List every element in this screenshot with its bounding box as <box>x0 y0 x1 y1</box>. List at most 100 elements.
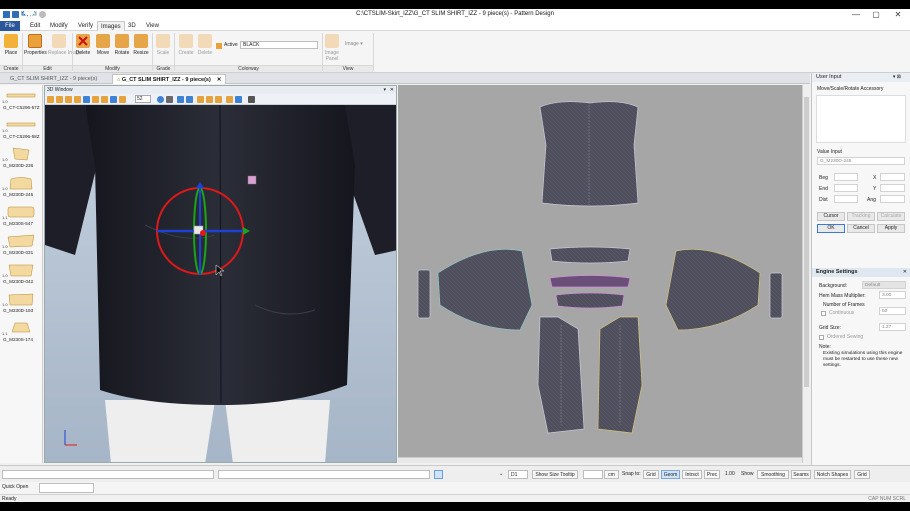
tab-modify[interactable]: Modify <box>47 21 71 31</box>
place-button[interactable]: Place <box>0 34 22 62</box>
image-panel-button[interactable]: Image Panel <box>322 34 342 62</box>
document-tab[interactable]: G_CT SLIM SHIRT_IZZ - 9 piece(s) <box>6 74 101 84</box>
tool-icon[interactable] <box>197 96 204 103</box>
apply-button[interactable]: Apply <box>877 224 905 233</box>
end-field[interactable] <box>834 184 858 192</box>
beg-field[interactable] <box>834 173 858 181</box>
command-field[interactable] <box>2 470 214 479</box>
tool-icon[interactable] <box>65 96 72 103</box>
tool-icon[interactable] <box>206 96 213 103</box>
image-dropdown[interactable]: Image ▾ <box>345 41 363 47</box>
tool-icon[interactable] <box>215 96 222 103</box>
vertical-scrollbar[interactable] <box>802 85 810 463</box>
list-item[interactable]: 1.1 G_M230S-174 <box>1 317 42 346</box>
list-item[interactable]: 1.1 G_M230S-547 <box>1 201 42 230</box>
zoom-field[interactable]: 52 <box>135 95 151 103</box>
tab-edit[interactable]: Edit <box>27 21 43 31</box>
background-select[interactable]: Default <box>862 281 906 289</box>
delete-button[interactable]: Delete <box>72 34 94 62</box>
grid-size-field[interactable]: 1.27 <box>879 323 906 331</box>
frames-stepper[interactable]: 50 <box>879 307 906 315</box>
hem-mass-field[interactable]: 3.00 <box>879 291 906 299</box>
snap-geom-button[interactable]: Geom <box>661 470 680 479</box>
show-seams-button[interactable]: Seams <box>791 470 811 479</box>
tool-icon[interactable] <box>56 96 63 103</box>
maximize-button[interactable]: ▢ <box>866 10 886 20</box>
tool-icon[interactable] <box>83 96 90 103</box>
resize-button[interactable]: Resize <box>130 34 152 62</box>
horizontal-scrollbar[interactable] <box>398 457 802 463</box>
panel-pin-icon[interactable]: ▾ ⊠ <box>893 74 901 80</box>
dropdown-arrow-icon[interactable]: ⌄ <box>499 471 503 477</box>
tab-3d[interactable]: 3D <box>125 21 139 31</box>
3d-window-pin-icon[interactable]: ▾ <box>383 86 386 94</box>
tab-file[interactable]: File <box>0 21 20 31</box>
snap-intrsct-button[interactable]: Intrsct <box>682 470 702 479</box>
layer-toggle-icon[interactable] <box>434 470 443 479</box>
replace-image-button[interactable]: Replace Image <box>48 34 82 62</box>
pattern-piece-cuff-right[interactable] <box>769 272 783 319</box>
pattern-piece-collar[interactable] <box>549 275 631 288</box>
list-item[interactable]: 1.0 G_M230D-245 <box>1 172 42 201</box>
tool-icon[interactable] <box>166 96 173 103</box>
tool-icon[interactable] <box>110 96 117 103</box>
tool-icon[interactable] <box>157 96 164 103</box>
3d-scene[interactable] <box>45 105 397 463</box>
menu-icon[interactable] <box>248 96 255 103</box>
y-field[interactable] <box>880 184 905 192</box>
scale-button[interactable]: Scale <box>152 34 174 62</box>
calculate-button[interactable]: Calculate <box>877 212 905 221</box>
list-item[interactable]: 1.0 G_M230D-031 <box>1 230 42 259</box>
engine-close-icon[interactable]: ✕ <box>903 269 907 275</box>
minimize-button[interactable]: — <box>846 10 866 20</box>
list-item[interactable]: 1.0 G_M230D-042 <box>1 259 42 288</box>
quick-open-input[interactable] <box>39 483 94 493</box>
x-field[interactable] <box>880 173 905 181</box>
cancel-button[interactable]: Cancel <box>847 224 875 233</box>
pattern-piece-yoke[interactable] <box>549 246 631 264</box>
list-item[interactable]: 1.0 G_CT-C5296-57Z <box>1 85 42 114</box>
ok-button[interactable]: OK <box>817 224 845 233</box>
tool-icon[interactable] <box>186 96 193 103</box>
tool-icon[interactable] <box>177 96 184 103</box>
tool-icon[interactable] <box>74 96 81 103</box>
tracking-button[interactable]: Tracking <box>847 212 875 221</box>
tool-icon[interactable] <box>92 96 99 103</box>
status-field[interactable] <box>218 470 430 479</box>
close-button[interactable]: ✕ <box>888 10 908 20</box>
pattern-view-2d[interactable] <box>398 85 802 463</box>
gizmo-pivot[interactable] <box>200 230 206 236</box>
tool-icon[interactable] <box>101 96 108 103</box>
properties-button[interactable]: Properties <box>24 34 47 62</box>
unit-select[interactable]: cm <box>604 470 619 479</box>
snap-prec-button[interactable]: Prec <box>704 470 720 479</box>
list-item[interactable]: 1.0 G_M230D-193 <box>1 288 42 317</box>
ordered-sewing-checkbox[interactable] <box>819 335 824 340</box>
tab-verify[interactable]: Verify <box>75 21 96 31</box>
ang-field[interactable] <box>880 195 905 203</box>
size-select[interactable]: D1 <box>508 470 528 479</box>
3d-window[interactable]: 3D Window ▾ ✕ 52 <box>44 85 397 463</box>
value-input-field[interactable]: G_M230D-245 <box>817 157 905 165</box>
snap-grid-button[interactable]: Grid <box>643 470 659 479</box>
accessory-marker[interactable] <box>247 175 257 185</box>
active-colorway-select[interactable]: BLACK <box>240 41 318 49</box>
pattern-piece-sleeve-left[interactable] <box>437 248 533 331</box>
show-size-tooltip-button[interactable]: Show Size Tooltip <box>532 470 578 479</box>
tool-icon[interactable] <box>119 96 126 103</box>
close-tab-icon[interactable]: ✕ <box>217 77 222 83</box>
delete-colorway-button[interactable]: Delete <box>194 34 216 62</box>
3d-window-close-icon[interactable]: ✕ <box>390 86 394 94</box>
value-field[interactable] <box>583 470 603 479</box>
list-item[interactable]: 1.0 G_M230D-236 <box>1 143 42 172</box>
dist-field[interactable] <box>834 195 858 203</box>
cursor-button[interactable]: Cursor <box>817 212 845 221</box>
tool-icon[interactable] <box>226 96 233 103</box>
list-item[interactable]: 1.0 G_CT-C5296-58Z <box>1 114 42 143</box>
tool-icon[interactable] <box>47 96 54 103</box>
pattern-piece-cuff-left[interactable] <box>417 269 431 319</box>
tab-images[interactable]: Images <box>97 21 125 31</box>
show-grid-button[interactable]: Grid <box>854 470 870 479</box>
document-tab-active[interactable]: ⌂ G_CT SLIM SHIRT_IZZ - 9 piece(s) ✕ <box>112 74 227 84</box>
scrollbar-thumb[interactable] <box>804 97 809 387</box>
